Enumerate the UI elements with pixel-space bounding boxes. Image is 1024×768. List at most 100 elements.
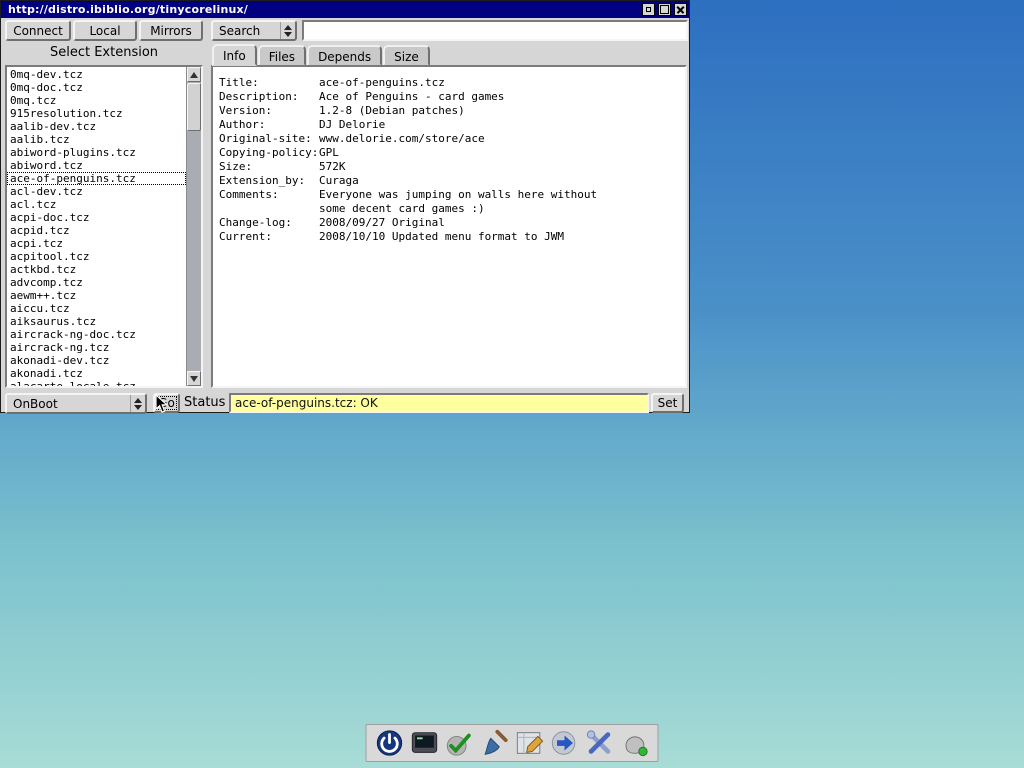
info-field-value: ace-of-penguins.tcz: [319, 76, 445, 89]
info-row: Size:572K: [219, 160, 679, 174]
set-button[interactable]: Set: [651, 393, 684, 413]
extension-list-item[interactable]: aalib-dev.tcz: [7, 120, 186, 133]
extension-list-item[interactable]: 0mq.tcz: [7, 94, 186, 107]
extension-list-item[interactable]: ace-of-penguins.tcz: [7, 172, 186, 185]
info-field-value: www.delorie.com/store/ace: [319, 132, 485, 145]
info-row: Extension_by:Curaga: [219, 174, 679, 188]
extension-list-item[interactable]: acpi-doc.tcz: [7, 211, 186, 224]
extension-list-item[interactable]: aiksaurus.tcz: [7, 315, 186, 328]
window-controls: [639, 3, 687, 16]
info-field-label: Current:: [219, 230, 319, 244]
info-row: Version:1.2-8 (Debian patches): [219, 104, 679, 118]
extension-list-item[interactable]: 0mq-dev.tcz: [7, 68, 186, 81]
extension-list-item[interactable]: akonadi.tcz: [7, 367, 186, 380]
info-field-label: Original-site:: [219, 132, 319, 146]
maximize-icon: [660, 5, 669, 14]
connect-button[interactable]: Connect: [5, 20, 71, 41]
dock: [366, 724, 659, 762]
tab[interactable]: Depends: [307, 45, 382, 66]
info-field-label: Title:: [219, 76, 319, 90]
search-mode-label: Search: [213, 24, 280, 38]
desktop: http://distro.ibiblio.org/tinycorelinux/…: [0, 0, 1024, 768]
extension-list-items: 0mq-dev.tcz0mq-doc.tcz0mq.tcz915resoluti…: [7, 67, 186, 386]
tab[interactable]: Size: [383, 45, 430, 66]
local-button[interactable]: Local: [73, 20, 137, 41]
info-field-value: Ace of Penguins - card games: [319, 90, 504, 103]
iconify-button[interactable]: [642, 3, 655, 16]
extension-list-item[interactable]: acpid.tcz: [7, 224, 186, 237]
paint-icon[interactable]: [479, 727, 511, 759]
info-field-label: Extension_by:: [219, 174, 319, 188]
scroll-up-button[interactable]: [187, 67, 201, 82]
maximize-button[interactable]: [658, 3, 671, 16]
scroll-down-button[interactable]: [187, 371, 201, 386]
toolbar: Connect Local Mirrors Search: [1, 20, 689, 42]
extension-list-item[interactable]: 915resolution.tcz: [7, 107, 186, 120]
info-row: Copying-policy:GPL: [219, 146, 679, 160]
info-field-value: Curaga: [319, 174, 359, 187]
extension-list-item[interactable]: 0mq-doc.tcz: [7, 81, 186, 94]
info-field-label: Change-log:: [219, 216, 319, 230]
info-field-label: Version:: [219, 104, 319, 118]
extension-list-item[interactable]: aalib.tcz: [7, 133, 186, 146]
arrow-up-icon: [190, 72, 198, 78]
info-field-value: 1.2-8 (Debian patches): [319, 104, 465, 117]
tab[interactable]: Info: [212, 44, 257, 66]
updown-arrows-icon: [280, 22, 295, 39]
info-field-label: Size:: [219, 160, 319, 174]
tools-icon[interactable]: [584, 727, 616, 759]
extension-list-item[interactable]: aircrack-ng-doc.tcz: [7, 328, 186, 341]
editor-icon[interactable]: [514, 727, 546, 759]
terminal-icon[interactable]: [409, 727, 441, 759]
search-mode-dropdown[interactable]: Search: [211, 20, 297, 41]
install-mode-dropdown[interactable]: OnBoot: [5, 393, 147, 414]
extension-list-item[interactable]: alacarte-locale.tcz: [7, 380, 186, 386]
extension-list-item[interactable]: advcomp.tcz: [7, 276, 186, 289]
extension-list-item[interactable]: abiword-plugins.tcz: [7, 146, 186, 159]
info-field-value: DJ Delorie: [319, 118, 385, 131]
scrollbar-thumb[interactable]: [187, 83, 201, 131]
extension-list-item[interactable]: aewm++.tcz: [7, 289, 186, 302]
extension-list-item[interactable]: actkbd.tcz: [7, 263, 186, 276]
window-title: http://distro.ibiblio.org/tinycorelinux/: [1, 3, 248, 16]
select-extension-heading: Select Extension: [1, 45, 207, 63]
mouse-icon[interactable]: [619, 727, 651, 759]
appbrowser-window: http://distro.ibiblio.org/tinycorelinux/…: [0, 0, 690, 413]
info-field-value: 572K: [319, 160, 346, 173]
extension-list-item[interactable]: aiccu.tcz: [7, 302, 186, 315]
arrow-down-icon: [190, 376, 198, 382]
iconify-icon: [646, 7, 651, 12]
extension-list-item[interactable]: abiword.tcz: [7, 159, 186, 172]
info-panel: Title:ace-of-penguins.tcz Description:Ac…: [211, 65, 687, 388]
mirrors-button[interactable]: Mirrors: [139, 20, 203, 41]
extension-list-item[interactable]: akonadi-dev.tcz: [7, 354, 186, 367]
info-field-label: Comments:: [219, 188, 319, 202]
extension-list-item[interactable]: acpi.tcz: [7, 237, 186, 250]
go-button[interactable]: Go: [153, 393, 180, 413]
info-row: Description:Ace of Penguins - card games: [219, 90, 679, 104]
app-browser-icon[interactable]: [444, 727, 476, 759]
search-input[interactable]: [302, 20, 688, 41]
info-field-value: 2008/09/27 Original: [319, 216, 445, 229]
info-tabs: InfoFilesDependsSize: [212, 44, 431, 65]
tab[interactable]: Files: [258, 45, 306, 66]
info-row: Original-site:www.delorie.com/store/ace: [219, 132, 679, 146]
list-scrollbar[interactable]: [186, 67, 201, 386]
status-field[interactable]: [229, 393, 649, 413]
power-icon[interactable]: [374, 727, 406, 759]
extension-list-item[interactable]: acl-dev.tcz: [7, 185, 186, 198]
info-field-value: some decent card games :): [319, 202, 485, 215]
extension-list-item[interactable]: acl.tcz: [7, 198, 186, 211]
close-button[interactable]: [674, 3, 687, 16]
window-titlebar[interactable]: http://distro.ibiblio.org/tinycorelinux/: [1, 1, 689, 18]
info-field-label: Author:: [219, 118, 319, 132]
info-field-label: Description:: [219, 90, 319, 104]
info-row: Comments:Everyone was jumping on walls h…: [219, 188, 679, 202]
info-field-value: 2008/10/10 Updated menu format to JWM: [319, 230, 564, 243]
extension-list-item[interactable]: acpitool.tcz: [7, 250, 186, 263]
updown-arrows-icon: [130, 395, 145, 412]
fetch-icon[interactable]: [549, 727, 581, 759]
extension-list-item[interactable]: aircrack-ng.tcz: [7, 341, 186, 354]
info-field-value: Everyone was jumping on walls here witho…: [319, 188, 597, 201]
info-row: Current:2008/10/10 Updated menu format t…: [219, 230, 679, 244]
